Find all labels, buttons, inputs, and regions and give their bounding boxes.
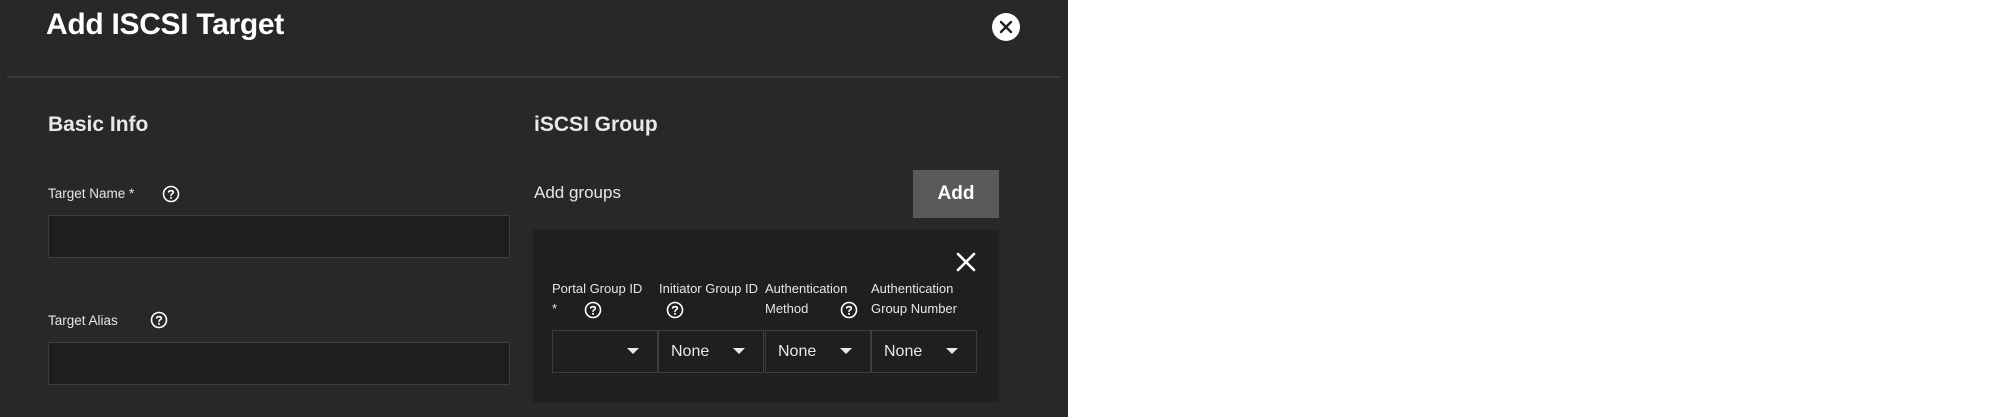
initiator-group-select[interactable]: None [658, 330, 764, 373]
initiator-group-help-icon[interactable] [666, 301, 684, 319]
auth-group-value: None [884, 343, 923, 360]
close-dialog-button[interactable] [992, 13, 1020, 41]
close-icon [999, 20, 1013, 34]
add-group-button[interactable]: Add [913, 170, 999, 218]
auth-method-value: None [778, 343, 817, 360]
initiator-group-label-line1: Initiator Group ID [659, 281, 758, 296]
chevron-down-icon [627, 348, 639, 354]
iscsi-group-card: Portal Group ID * Initiator Group ID Non… [533, 230, 999, 402]
chevron-down-icon [733, 348, 745, 354]
chevron-down-icon [840, 348, 852, 354]
portal-group-select[interactable] [552, 330, 658, 373]
auth-group-label-line1: Authentication [871, 281, 954, 296]
auth-group-select[interactable]: None [871, 330, 977, 373]
dialog-title: Add ISCSI Target [46, 8, 284, 41]
auth-method-select[interactable]: None [765, 330, 871, 373]
auth-method-help-icon[interactable] [840, 301, 858, 319]
add-iscsi-target-dialog: Add ISCSI Target Basic Info Target Name … [0, 0, 1068, 417]
basic-info-title: Basic Info [48, 113, 149, 136]
iscsi-group-title: iSCSI Group [534, 113, 658, 136]
add-groups-label: Add groups [534, 183, 621, 202]
auth-method-label-line1: Authentication [765, 281, 848, 296]
target-alias-input[interactable] [48, 342, 510, 385]
portal-group-help-icon[interactable] [584, 301, 602, 319]
target-alias-help-icon[interactable] [150, 311, 168, 329]
remove-group-icon[interactable] [952, 248, 980, 276]
initiator-group-label: Initiator Group ID [659, 279, 758, 299]
portal-group-label-line1: Portal Group ID [552, 281, 643, 296]
auth-method-label-line2: Method [765, 301, 809, 316]
initiator-group-value: None [671, 343, 710, 360]
auth-method-label: Authentication Method [765, 279, 847, 319]
target-alias-label: Target Alias [48, 313, 118, 328]
chevron-down-icon [946, 348, 958, 354]
auth-group-label-line2: Group Number [871, 301, 957, 316]
title-divider [7, 76, 1061, 78]
auth-group-label: Authentication Group Number [871, 279, 957, 319]
target-name-input[interactable] [48, 215, 510, 258]
target-name-help-icon[interactable] [162, 185, 180, 203]
target-name-label: Target Name * [48, 186, 135, 201]
